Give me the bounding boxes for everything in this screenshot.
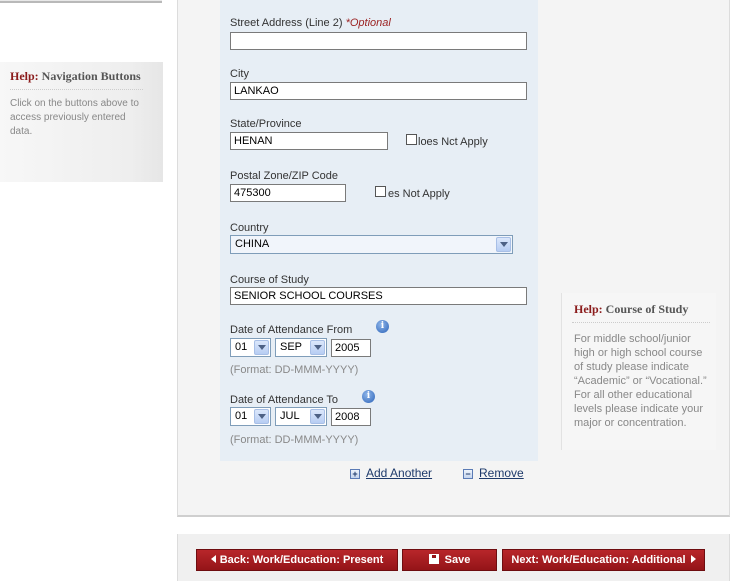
state-does-not-apply-label: loes Nct Apply xyxy=(418,136,488,148)
info-icon[interactable]: i xyxy=(376,320,389,333)
help-title-text: Navigation Buttons xyxy=(41,69,141,83)
from-month-value: SEP xyxy=(280,341,303,353)
chevron-left-icon xyxy=(210,555,216,563)
next-button[interactable]: Next: Work/Education: Additional xyxy=(502,549,705,571)
to-day-value: 01 xyxy=(235,410,248,422)
help-title-text: Course of Study xyxy=(605,302,689,316)
next-button-label: Next: Work/Education: Additional xyxy=(511,554,686,566)
postal-does-not-apply-label: es Not Apply xyxy=(388,188,450,200)
remove-link[interactable]: Remove xyxy=(479,466,524,480)
chevron-down-icon[interactable] xyxy=(310,340,325,355)
save-button-label: Save xyxy=(444,554,471,566)
optional-marker: *Optional xyxy=(345,17,391,29)
course-label: Course of Study xyxy=(230,274,309,286)
street2-label-text: Street Address (Line 2) xyxy=(230,17,343,29)
to-day-select[interactable]: 01 xyxy=(230,407,271,426)
help-course-title: Help: Course of Study xyxy=(574,302,688,317)
postal-input[interactable]: 475300 xyxy=(230,184,346,202)
minus-icon[interactable]: − xyxy=(463,469,473,479)
date-from-label: Date of Attendance From xyxy=(230,324,353,336)
to-month-value: JUL xyxy=(280,410,300,422)
from-day-value: 01 xyxy=(235,341,248,353)
sidebar-top-box xyxy=(0,0,162,3)
country-select-value: CHINA xyxy=(235,238,270,250)
help-word: Help: xyxy=(10,69,39,83)
date-to-label: Date of Attendance To xyxy=(230,394,339,406)
course-input[interactable]: SENIOR SCHOOL COURSES xyxy=(230,287,527,305)
street2-input[interactable] xyxy=(230,32,527,50)
country-label: Country xyxy=(230,222,269,234)
state-label: State/Province xyxy=(230,118,302,130)
to-format-hint: (Format: DD-MMM-YYYY) xyxy=(230,434,359,446)
add-another-link[interactable]: Add Another xyxy=(366,466,432,480)
info-icon[interactable]: i xyxy=(362,390,375,403)
street2-label: Street Address (Line 2) *Optional xyxy=(230,17,391,29)
state-input[interactable]: HENAN xyxy=(230,132,388,150)
from-year-input[interactable]: 2005 xyxy=(331,339,371,357)
help-course-text: For middle school/junior high or high sc… xyxy=(574,333,707,429)
chevron-right-icon xyxy=(690,555,696,563)
chevron-down-icon[interactable] xyxy=(254,409,269,424)
back-button[interactable]: Back: Work/Education: Present xyxy=(196,549,398,571)
help-word: Help: xyxy=(574,302,603,316)
city-label: City xyxy=(230,68,249,80)
divider xyxy=(572,322,710,323)
chevron-down-icon[interactable] xyxy=(310,409,325,424)
help-navigation-title: Help: Navigation Buttons xyxy=(10,69,141,84)
floppy-disk-icon xyxy=(428,554,439,564)
chevron-down-icon[interactable] xyxy=(496,237,511,252)
to-month-select[interactable]: JUL xyxy=(275,407,327,426)
country-select[interactable]: CHINA xyxy=(230,235,513,254)
divider xyxy=(10,89,143,90)
from-format-hint: (Format: DD-MMM-YYYY) xyxy=(230,364,359,376)
help-navigation-text: Click on the buttons above to access pre… xyxy=(10,98,139,137)
state-does-not-apply-checkbox[interactable] xyxy=(406,134,417,145)
help-navigation-panel: Help: Navigation Buttons Click on the bu… xyxy=(0,62,163,182)
chevron-down-icon[interactable] xyxy=(254,340,269,355)
city-input[interactable]: LANKAO xyxy=(230,82,527,100)
to-year-input[interactable]: 2008 xyxy=(331,408,371,426)
postal-does-not-apply-checkbox[interactable] xyxy=(375,186,386,197)
save-button[interactable]: Save xyxy=(402,549,497,571)
plus-icon[interactable]: + xyxy=(350,469,360,479)
help-course-panel: Help: Course of Study For middle school/… xyxy=(561,293,716,450)
from-month-select[interactable]: SEP xyxy=(275,338,327,357)
postal-label: Postal Zone/ZIP Code xyxy=(230,170,339,182)
back-button-label: Back: Work/Education: Present xyxy=(219,554,384,566)
from-day-select[interactable]: 01 xyxy=(230,338,271,357)
